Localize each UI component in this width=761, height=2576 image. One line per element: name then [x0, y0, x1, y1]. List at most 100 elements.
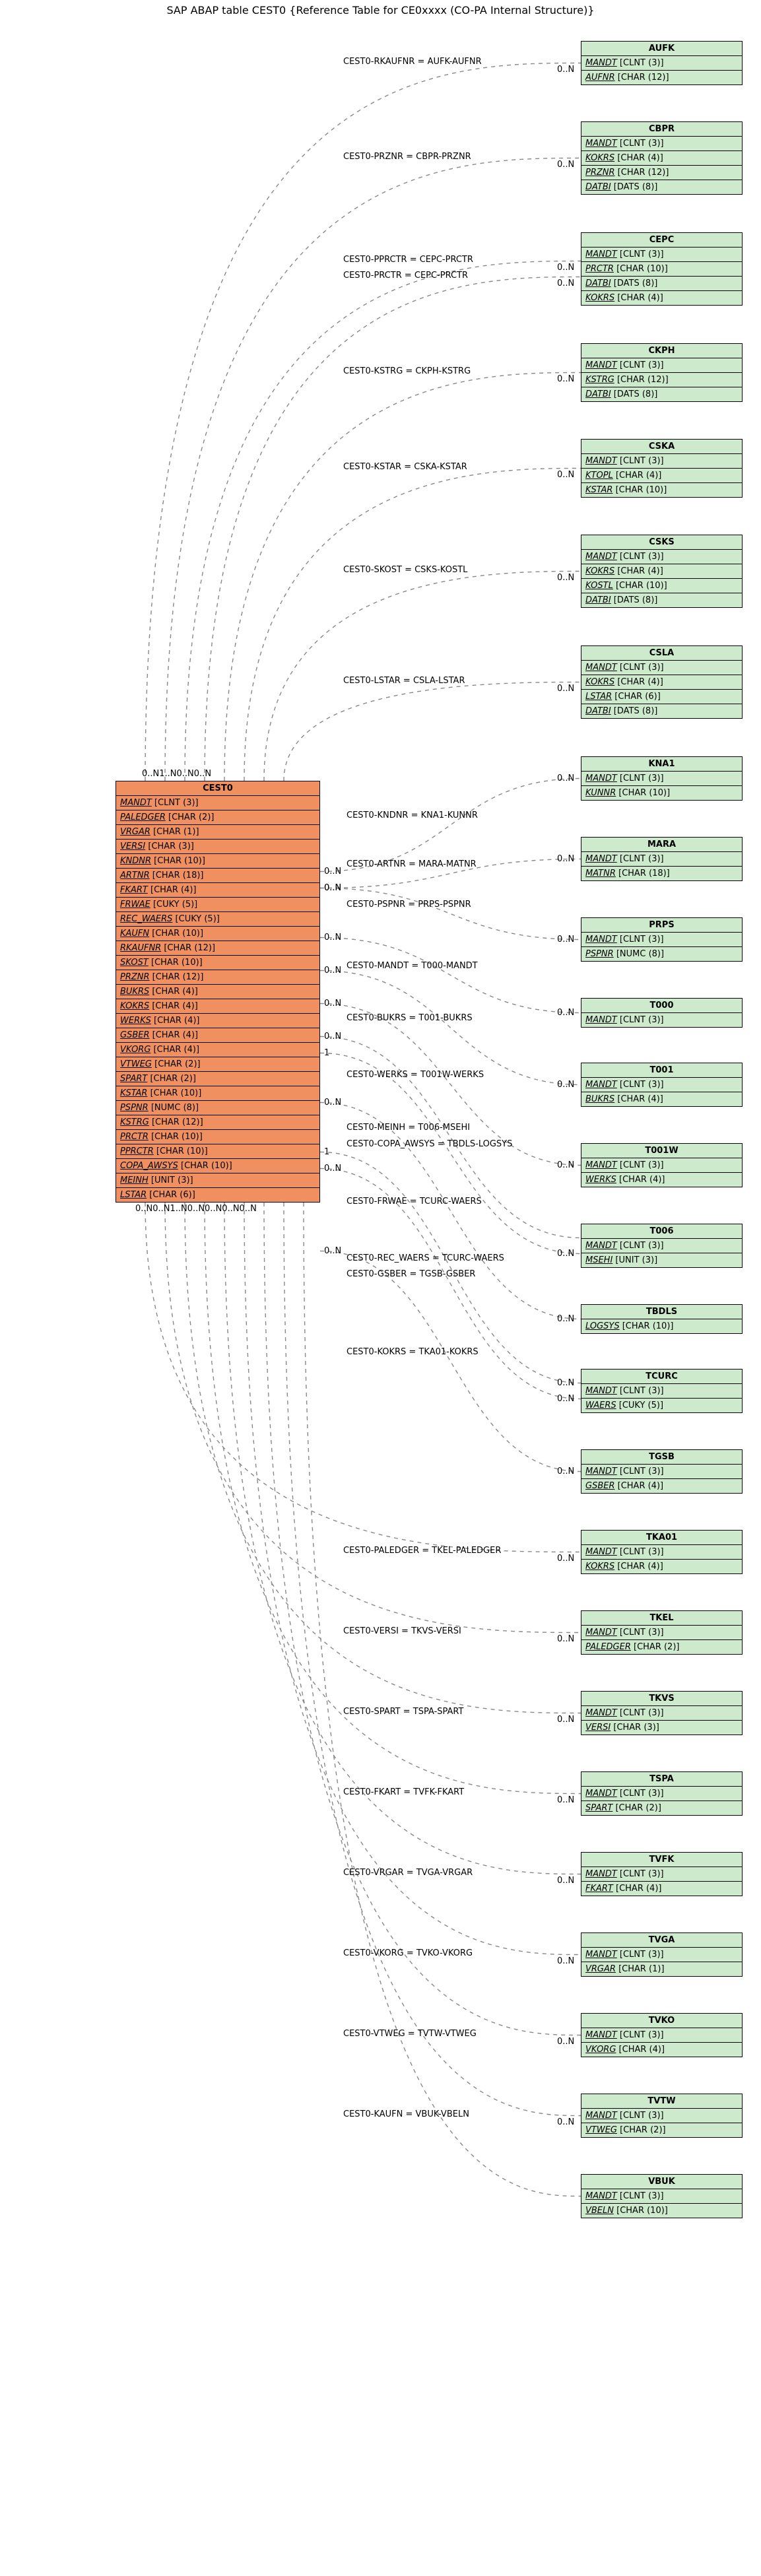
edge-label: 0..N [324, 867, 341, 876]
table-row: VKORG [CHAR (4)] [581, 2043, 742, 2057]
table-row: MANDT [CLNT (3)] [581, 1626, 742, 1640]
table-row: KSTAR [CHAR (10)] [581, 483, 742, 497]
edge-label: CEST0-KOKRS = TKA01-KOKRS [347, 1347, 479, 1357]
table-header: PRPS [581, 918, 742, 933]
table-row: MANDT [CLNT (3)] [581, 852, 742, 867]
edge-label: 0..N [557, 374, 574, 384]
table-row: WERKS [CHAR (4)] [581, 1173, 742, 1187]
edge-label: 0..N [324, 1032, 341, 1041]
table-row: KOKRS [CHAR (4)] [581, 291, 742, 305]
edge-label: CEST0-SPART = TSPA-SPART [343, 1707, 463, 1717]
table-row: MANDT [CLNT (3)] [581, 454, 742, 469]
edge-label: 0..N [557, 1080, 574, 1090]
table-row: GSBER [CHAR (4)] [581, 1479, 742, 1493]
edge-label: 0..N [557, 1008, 574, 1018]
table-row: ARTNR [CHAR (18)] [116, 869, 319, 883]
edge-label: CEST0-PRZNR = CBPR-PRZNR [343, 152, 471, 162]
edge-label: 0..N [557, 1314, 574, 1324]
edge-label: 0..N [324, 933, 341, 942]
table-row: MSEHI [UNIT (3)] [581, 1253, 742, 1267]
edge-label: 0..N [557, 470, 574, 480]
table-row: BUKRS [CHAR (4)] [116, 985, 319, 999]
table-TKA01: TKA01MANDT [CLNT (3)]KOKRS [CHAR (4)] [581, 1530, 743, 1574]
edge-label: 0..N [557, 1467, 574, 1476]
table-row: DATBI [DATS (8)] [581, 704, 742, 718]
edge-label: CEST0-PALEDGER = TKEL-PALEDGER [343, 1546, 501, 1556]
edge-label: CEST0-RKAUFNR = AUFK-AUFNR [343, 57, 482, 67]
table-row: MANDT [CLNT (3)] [581, 1706, 742, 1721]
table-row: MANDT [CLNT (3)] [581, 1158, 742, 1173]
edge-label: 0..N [557, 279, 574, 288]
edge-label: CEST0-KSTRG = CKPH-KSTRG [343, 366, 471, 376]
table-row: PRZNR [CHAR (12)] [116, 970, 319, 985]
table-CSLA: CSLAMANDT [CLNT (3)]KOKRS [CHAR (4)]LSTA… [581, 645, 743, 719]
edge-label: CEST0-COPA_AWSYS = TBDLS-LOGSYS [347, 1139, 512, 1149]
table-row: WAERS [CUKY (5)] [581, 1399, 742, 1412]
table-TVKO: TVKOMANDT [CLNT (3)]VKORG [CHAR (4)] [581, 2013, 743, 2057]
table-row: COPA_AWSYS [CHAR (10)] [116, 1159, 319, 1173]
table-row: VTWEG [CHAR (2)] [116, 1057, 319, 1072]
edge-label: 0..N [557, 573, 574, 583]
table-header: TKVS [581, 1692, 742, 1706]
edge-label: 1 [324, 1147, 329, 1157]
edge-label: 0..N [557, 684, 574, 694]
table-CSKA: CSKAMANDT [CLNT (3)]KTOPL [CHAR (4)]KSTA… [581, 439, 743, 498]
table-header: CSKA [581, 440, 742, 454]
table-row: MANDT [CLNT (3)] [581, 1948, 742, 1962]
edge-label: 0..N [557, 1876, 574, 1886]
table-TCURC: TCURCMANDT [CLNT (3)]WAERS [CUKY (5)] [581, 1369, 743, 1413]
edge-label: CEST0-VKORG = TVKO-VKORG [343, 1948, 473, 1958]
edge-label: CEST0-KSTAR = CSKA-KSTAR [343, 462, 467, 472]
table-header: CEST0 [116, 781, 319, 796]
table-TBDLS: TBDLSLOGSYS [CHAR (10)] [581, 1304, 743, 1334]
edge-label: 0..N [324, 883, 341, 893]
table-header: MARA [581, 838, 742, 852]
table-row: WERKS [CHAR (4)] [116, 1014, 319, 1028]
edge-label: CEST0-WERKS = T001W-WERKS [347, 1070, 484, 1080]
table-row: DATBI [DATS (8)] [581, 593, 742, 607]
table-row: BUKRS [CHAR (4)] [581, 1092, 742, 1106]
edge-label: CEST0-VTWEG = TVTW-VTWEG [343, 2029, 477, 2039]
table-header: T001 [581, 1063, 742, 1078]
table-row: MANDT [CLNT (3)] [581, 1384, 742, 1399]
table-row: KOKRS [CHAR (4)] [581, 151, 742, 166]
edge-label: CEST0-KNDNR = KNA1-KUNNR [347, 810, 478, 820]
table-TKEL: TKELMANDT [CLNT (3)]PALEDGER [CHAR (2)] [581, 1610, 743, 1655]
table-row: VERSI [CHAR (3)] [581, 1721, 742, 1734]
table-row: KSTAR [CHAR (10)] [116, 1086, 319, 1101]
table-row: MANDT [CLNT (3)] [581, 1465, 742, 1479]
edge-label: 0..N [557, 935, 574, 944]
table-T001W: T001WMANDT [CLNT (3)]WERKS [CHAR (4)] [581, 1143, 743, 1187]
edge-label: CEST0-PRCTR = CEPC-PRCTR [343, 271, 468, 281]
table-header: TVFK [581, 1853, 742, 1867]
edge-label: 0..N [557, 65, 574, 75]
edge-label: CEST0-KAUFN = VBUK-VBELN [343, 2109, 469, 2119]
table-row: VRGAR [CHAR (1)] [581, 1962, 742, 1976]
table-row: MANDT [CLNT (3)] [581, 550, 742, 564]
table-row: VTWEG [CHAR (2)] [581, 2123, 742, 2137]
edge-label: 0..N [324, 1098, 341, 1107]
edge-label: 0..N [557, 1795, 574, 1805]
page-title: SAP ABAP table CEST0 {Reference Table fo… [0, 4, 761, 17]
table-T000: T000MANDT [CLNT (3)] [581, 998, 743, 1028]
edge-label: 0..N [557, 1160, 574, 1170]
table-row: PPRCTR [CHAR (10)] [116, 1144, 319, 1159]
table-row: KSTRG [CHAR (12)] [116, 1115, 319, 1130]
table-row: MEINH [UNIT (3)] [116, 1173, 319, 1188]
table-header: TVTW [581, 2094, 742, 2109]
table-row: MANDT [CLNT (3)] [581, 933, 742, 947]
table-row: DATBI [DATS (8)] [581, 277, 742, 291]
edge-label: 0..N [557, 774, 574, 783]
table-CEST0: CEST0MANDT [CLNT (3)]PALEDGER [CHAR (2)]… [116, 781, 320, 1203]
table-row: KOSTL [CHAR (10)] [581, 579, 742, 593]
table-row: PSPNR [NUMC (8)] [581, 947, 742, 961]
edge-label: 0..N [557, 263, 574, 273]
edge-label: CEST0-ARTNR = MARA-MATNR [347, 859, 477, 869]
table-row: KAUFN [CHAR (10)] [116, 927, 319, 941]
edge-label: 1 [324, 1048, 329, 1058]
edge-label: CEST0-REC_WAERS = TCURC-WAERS [347, 1253, 504, 1263]
table-row: MANDT [CLNT (3)] [581, 2109, 742, 2123]
table-header: TVGA [581, 1933, 742, 1948]
table-row: KNDNR [CHAR (10)] [116, 854, 319, 869]
table-row: MANDT [CLNT (3)] [581, 1545, 742, 1560]
